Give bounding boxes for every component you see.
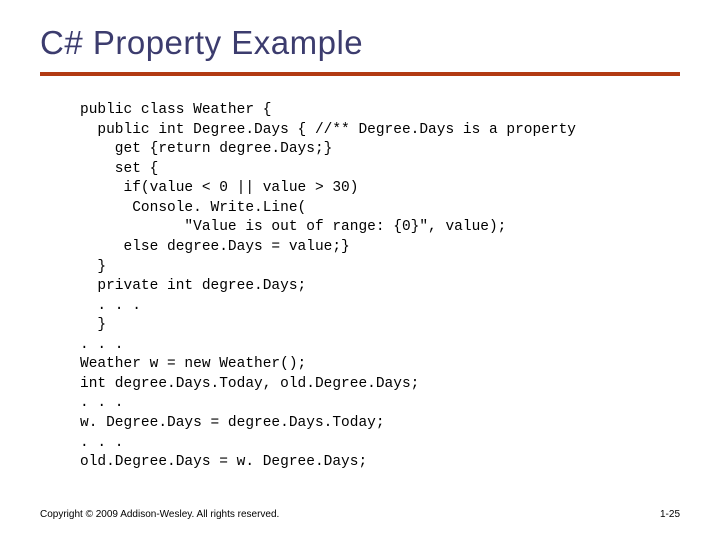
footer: Copyright © 2009 Addison-Wesley. All rig… xyxy=(40,509,680,520)
slide-title: C# Property Example xyxy=(40,24,680,62)
title-rule xyxy=(40,72,680,76)
page-number: 1-25 xyxy=(660,509,680,520)
slide: C# Property Example public class Weather… xyxy=(0,0,720,540)
copyright-text: Copyright © 2009 Addison-Wesley. All rig… xyxy=(40,509,279,520)
code-block: public class Weather { public int Degree… xyxy=(80,101,680,473)
